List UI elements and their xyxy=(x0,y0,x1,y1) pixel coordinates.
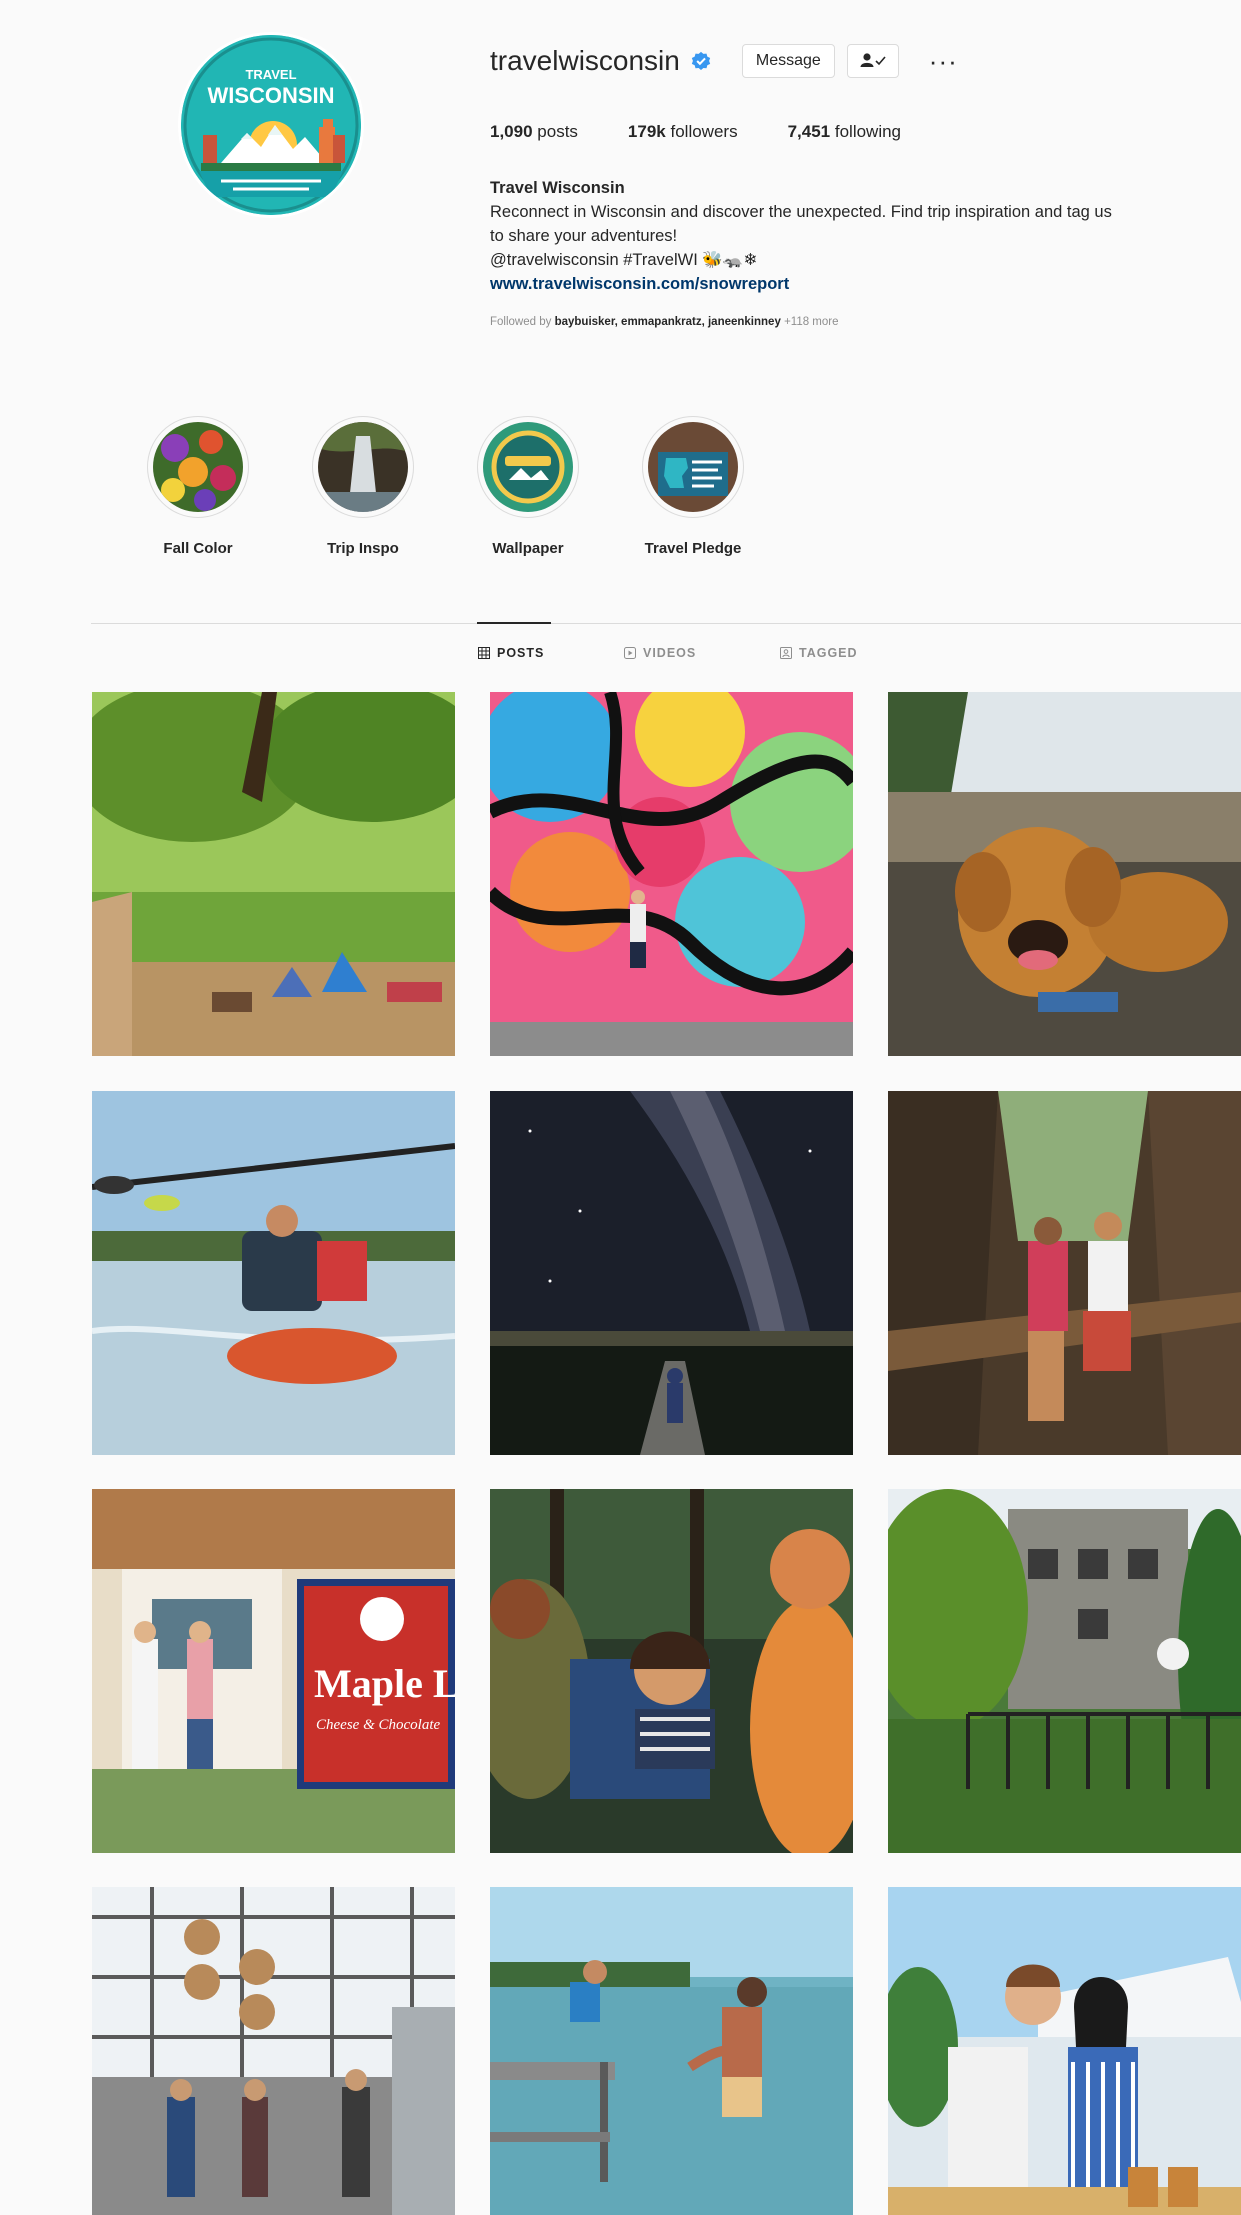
tab-posts[interactable]: POSTS xyxy=(478,646,544,660)
highlight-label: Fall Color xyxy=(163,540,233,557)
instagram-profile-page: TRAVEL WISCONSIN travelwisconsin Message… xyxy=(0,0,1241,2215)
post-thumbnail-maple-leaf-shop[interactable]: Maple Le Cheese & Chocolate xyxy=(92,1489,455,1853)
verified-badge-icon xyxy=(690,50,712,72)
person-check-icon xyxy=(860,52,886,71)
shop-sign-subtext: Cheese & Chocolate xyxy=(316,1717,440,1733)
followers-link[interactable]: 179k followers xyxy=(628,122,738,142)
highlight-label: Travel Pledge xyxy=(644,540,742,557)
post-thumbnail-mural[interactable] xyxy=(490,692,853,1056)
followed-by-text[interactable]: Followed by baybuisker, emmapankratz, ja… xyxy=(490,310,1240,334)
more-options-icon[interactable]: ··· xyxy=(929,48,958,74)
bio-text-line: to share your adventures! xyxy=(490,227,678,245)
highlight-label: Trip Inspo xyxy=(327,540,399,557)
grid-icon xyxy=(478,647,490,659)
flowers-icon xyxy=(153,422,243,512)
post-thumbnail-milky-way[interactable] xyxy=(490,1091,853,1455)
post-thumbnail-inn-garden[interactable] xyxy=(888,1489,1241,1853)
post-thumbnail-campfire-family[interactable] xyxy=(490,1489,853,1853)
active-tab-indicator xyxy=(477,622,551,624)
message-button[interactable]: Message xyxy=(741,44,835,78)
profile-bio: Travel Wisconsin Reconnect in Wisconsin … xyxy=(490,176,1240,334)
story-highlights: Fall Color Trip Inspo Wallpaper Travel P… xyxy=(144,416,804,557)
post-thumbnail-lake-dock[interactable] xyxy=(490,1887,853,2215)
wisconsin-badge-icon xyxy=(483,422,573,512)
pledge-map-icon xyxy=(648,422,738,512)
waterfall-icon xyxy=(318,422,408,512)
bio-website-link[interactable]: www.travelwisconsin.com/snowreport xyxy=(490,272,1240,296)
shop-sign-text: Maple Le xyxy=(314,1661,455,1706)
video-icon xyxy=(624,647,636,659)
bio-display-name: Travel Wisconsin xyxy=(490,179,625,197)
posts-count: 1,090 posts xyxy=(490,122,578,141)
following-button[interactable] xyxy=(846,44,899,78)
bio-hashtags[interactable]: @travelwisconsin #TravelWI 🐝🦡❄ xyxy=(490,248,1240,272)
logo-text-top: TRAVEL xyxy=(245,67,296,82)
highlight-label: Wallpaper xyxy=(492,540,564,557)
travel-wisconsin-logo: TRAVEL WISCONSIN xyxy=(181,35,361,215)
profile-avatar[interactable]: TRAVEL WISCONSIN xyxy=(178,32,364,218)
post-thumbnail-market-couple[interactable] xyxy=(888,1887,1241,2215)
highlight-trip-inspo[interactable]: Trip Inspo xyxy=(309,416,417,557)
highlight-travel-pledge[interactable]: Travel Pledge xyxy=(639,416,747,557)
tabs-divider xyxy=(91,623,1241,624)
post-thumbnail-campsite[interactable] xyxy=(92,692,455,1056)
tab-videos[interactable]: VIDEOS xyxy=(624,646,696,660)
profile-username: travelwisconsin xyxy=(490,45,680,76)
highlight-fall-color[interactable]: Fall Color xyxy=(144,416,252,557)
post-thumbnail-canyon-walk[interactable] xyxy=(888,1091,1241,1455)
post-thumbnail-kayakers[interactable] xyxy=(92,1091,455,1455)
post-thumbnail-dog-waterfall[interactable] xyxy=(888,692,1241,1056)
tab-tagged[interactable]: TAGGED xyxy=(780,646,858,660)
tag-icon xyxy=(780,647,792,659)
bio-text-line: Reconnect in Wisconsin and discover the … xyxy=(490,203,1112,221)
following-link[interactable]: 7,451 following xyxy=(788,122,901,142)
logo-text-main: WISCONSIN xyxy=(207,83,334,108)
highlight-wallpaper[interactable]: Wallpaper xyxy=(474,416,582,557)
post-thumbnail-brewery-tour[interactable] xyxy=(92,1887,455,2215)
posts-grid: Maple Le Cheese & Chocolate xyxy=(92,692,1241,2215)
profile-stats: 1,090 posts 179k followers 7,451 followi… xyxy=(490,122,951,142)
